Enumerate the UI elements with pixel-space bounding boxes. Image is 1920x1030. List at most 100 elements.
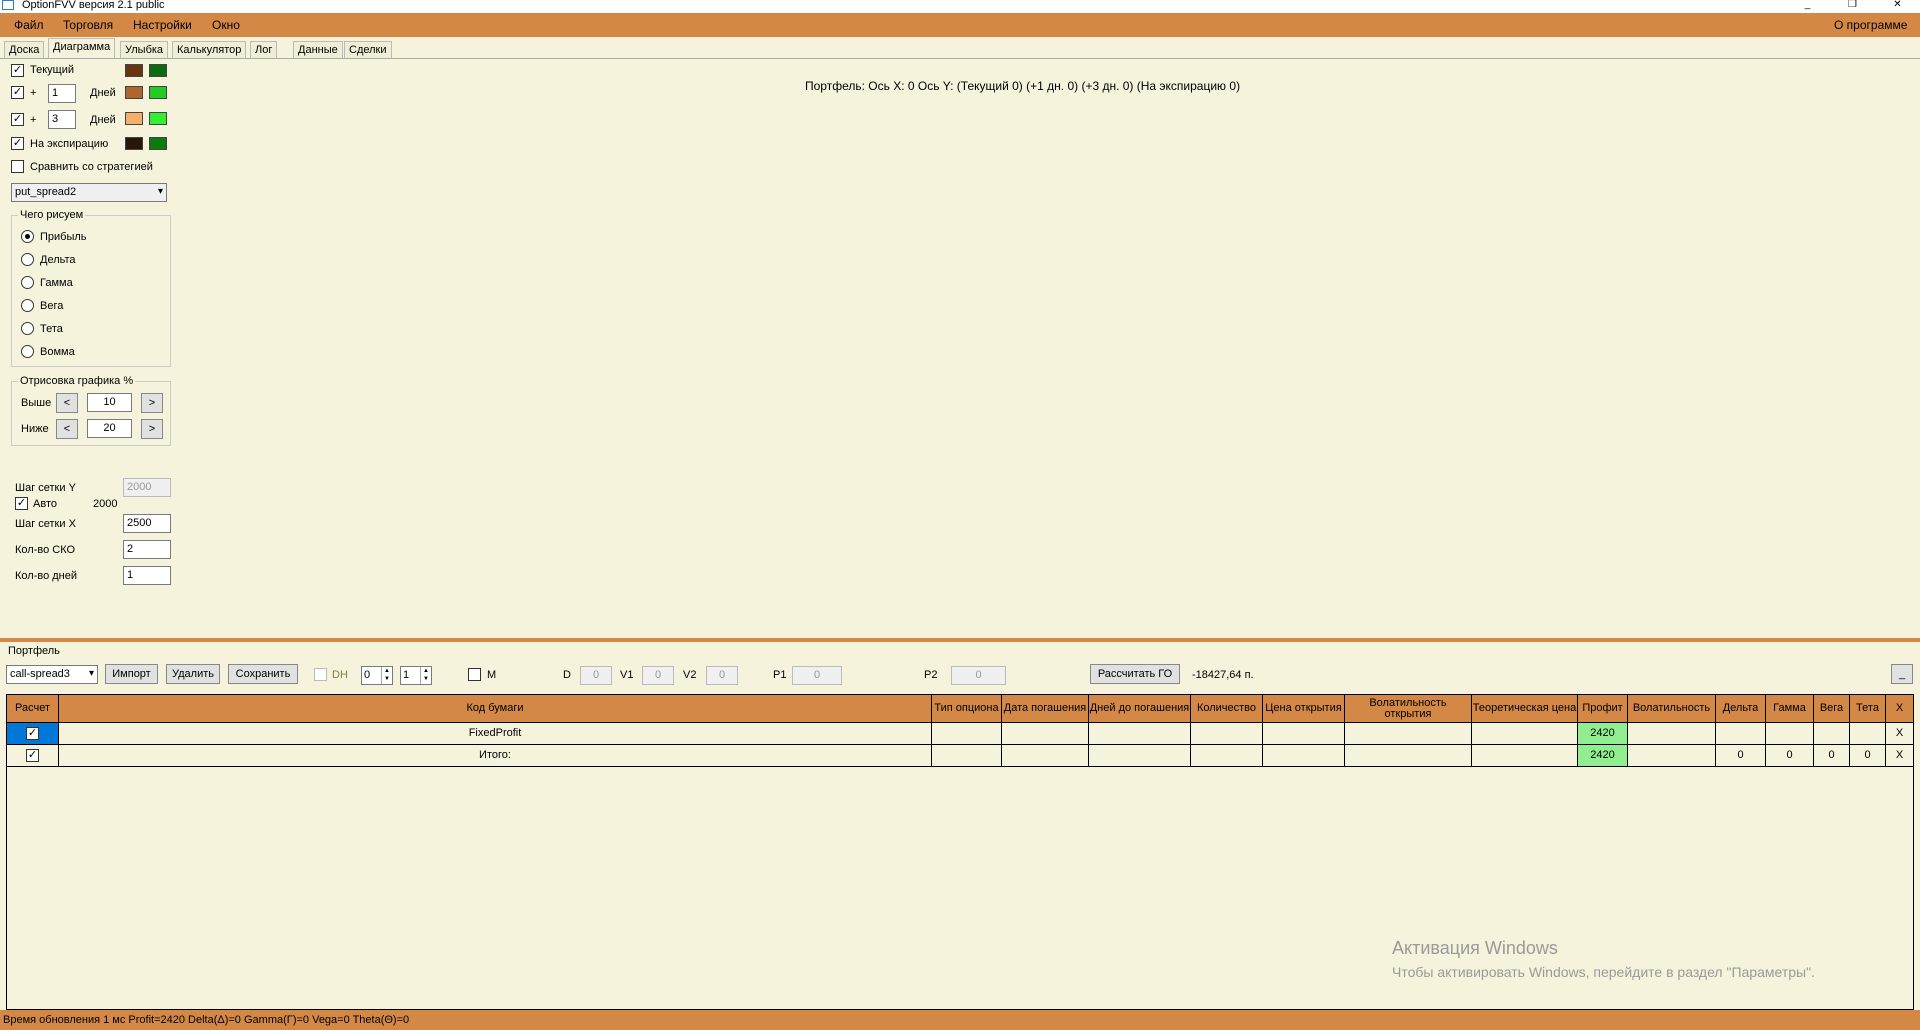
v1-input[interactable]: 0	[642, 666, 674, 685]
calc-margin-button[interactable]: Рассчитать ГО	[1090, 664, 1180, 684]
m-checkbox[interactable]	[468, 668, 481, 681]
auto-checkbox[interactable]: ✓	[15, 497, 28, 510]
tab-diagram[interactable]: Диаграмма	[48, 38, 116, 58]
above-value[interactable]: 10	[87, 393, 132, 412]
below-value[interactable]: 20	[87, 419, 132, 438]
p2-input[interactable]: 0	[951, 666, 1006, 685]
minimize-window-button[interactable]: _	[1785, 0, 1830, 13]
step-x-input[interactable]: 2500	[123, 514, 171, 533]
plus3-unit: Дней	[90, 114, 116, 126]
save-button[interactable]: Сохранить	[228, 664, 298, 684]
row-gamma: 0	[1766, 745, 1814, 767]
d-input[interactable]: 0	[580, 666, 612, 685]
tab-data[interactable]: Данные	[293, 41, 343, 58]
radio-delta[interactable]	[21, 253, 34, 266]
current-color-1[interactable]	[125, 64, 143, 77]
plus3-color-1[interactable]	[125, 112, 143, 125]
expiry-color-2[interactable]	[149, 137, 167, 150]
menu-settings[interactable]: Настройки	[133, 18, 192, 32]
col-header-vol-open[interactable]: Волатильность открытия	[1345, 695, 1472, 723]
status-text: Время обновления 1 мс Profit=2420 Delta(…	[3, 1014, 410, 1026]
expiry-color-1[interactable]	[125, 137, 143, 150]
row-price	[1263, 723, 1345, 745]
row-calc-cell[interactable]: ✓	[7, 745, 59, 767]
delete-button[interactable]: Удалить	[166, 664, 220, 684]
plus1-color-2[interactable]	[149, 86, 167, 99]
strategy-select[interactable]: put_spread2 ▾	[11, 183, 167, 202]
col-header-type[interactable]: Тип опциона	[932, 695, 1002, 723]
row-calc-checkbox[interactable]: ✓	[26, 727, 39, 740]
tab-log[interactable]: Лог	[250, 41, 278, 58]
tab-calculator[interactable]: Калькулятор	[172, 41, 247, 58]
plus1-color-1[interactable]	[125, 86, 143, 99]
row-vol	[1628, 723, 1716, 745]
col-header-days[interactable]: Дней до погашения	[1089, 695, 1191, 723]
menu-window[interactable]: Окно	[212, 18, 240, 32]
col-header-theo[interactable]: Теоретическая цена	[1472, 695, 1578, 723]
maximize-window-button[interactable]: ❐	[1830, 0, 1875, 13]
spin1-input[interactable]: 0 ▲ ▼	[361, 666, 393, 685]
menu-file[interactable]: Файл	[14, 18, 44, 32]
col-header-delta[interactable]: Дельта	[1716, 695, 1766, 723]
v2-input[interactable]: 0	[706, 666, 738, 685]
current-color-2[interactable]	[149, 64, 167, 77]
row-delta: 0	[1716, 745, 1766, 767]
above-decrease-button[interactable]: <	[56, 393, 78, 413]
col-header-theta[interactable]: Тета	[1850, 695, 1886, 723]
portfolio-title: Портфель	[8, 645, 60, 657]
plus3-color-2[interactable]	[149, 112, 167, 125]
row-delete-button[interactable]: X	[1886, 745, 1913, 767]
chevron-down-icon: ▾	[88, 668, 94, 679]
dh-checkbox[interactable]	[314, 668, 327, 681]
row-code: FixedProfit	[59, 723, 932, 745]
col-header-price[interactable]: Цена открытия	[1263, 695, 1345, 723]
above-increase-button[interactable]: >	[141, 393, 163, 413]
plus3-checkbox[interactable]: ✓	[11, 113, 24, 126]
minimize-panel-button[interactable]: _	[1891, 664, 1913, 684]
col-header-code[interactable]: Код бумаги	[59, 695, 932, 723]
panel-splitter[interactable]	[0, 638, 1920, 642]
step-y-label: Шаг сетки Y	[15, 482, 76, 494]
col-header-vega[interactable]: Вега	[1814, 695, 1850, 723]
row-days	[1089, 723, 1191, 745]
plus1-checkbox[interactable]: ✓	[11, 86, 24, 99]
col-header-calc[interactable]: Расчет	[7, 695, 59, 723]
portfolio-select[interactable]: call-spread3 ▾	[6, 665, 98, 684]
radio-vega[interactable]	[21, 299, 34, 312]
sko-input[interactable]: 2	[123, 540, 171, 559]
radio-profit[interactable]	[21, 230, 34, 243]
tab-board[interactable]: Доска	[4, 41, 45, 58]
plus3-days-input[interactable]: 3	[48, 110, 76, 129]
menu-about[interactable]: О программе	[1834, 18, 1907, 32]
row-calc-checkbox[interactable]: ✓	[26, 749, 39, 762]
compare-checkbox[interactable]	[11, 160, 24, 173]
spin-arrows-icon[interactable]: ▲ ▼	[420, 667, 431, 684]
radio-theta[interactable]	[21, 322, 34, 335]
step-y-input[interactable]: 2000	[123, 478, 171, 497]
col-header-delete[interactable]: X	[1886, 695, 1913, 723]
col-header-vol[interactable]: Волатильность	[1628, 695, 1716, 723]
spin-arrows-icon[interactable]: ▲ ▼	[381, 667, 392, 684]
days-input[interactable]: 1	[123, 566, 171, 585]
col-header-date[interactable]: Дата погашения	[1002, 695, 1089, 723]
below-decrease-button[interactable]: <	[56, 419, 78, 439]
radio-vomma[interactable]	[21, 345, 34, 358]
tab-deals[interactable]: Сделки	[344, 41, 392, 58]
row-code: Итого:	[59, 745, 932, 767]
radio-gamma[interactable]	[21, 276, 34, 289]
col-header-gamma[interactable]: Гамма	[1766, 695, 1814, 723]
col-header-profit[interactable]: Профит	[1578, 695, 1628, 723]
spin2-input[interactable]: 1 ▲ ▼	[400, 666, 432, 685]
p1-input[interactable]: 0	[792, 666, 842, 685]
menu-trading[interactable]: Торговля	[63, 18, 113, 32]
row-calc-cell[interactable]: ✓	[7, 723, 59, 745]
plus1-days-input[interactable]: 1	[48, 84, 76, 103]
import-button[interactable]: Импорт	[105, 664, 158, 684]
row-delete-button[interactable]: X	[1886, 723, 1913, 745]
below-increase-button[interactable]: >	[141, 419, 163, 439]
expiry-checkbox[interactable]: ✓	[11, 137, 24, 150]
tab-smile[interactable]: Улыбка	[120, 41, 169, 58]
close-window-button[interactable]: ✕	[1875, 0, 1920, 13]
col-header-qty[interactable]: Количество	[1191, 695, 1263, 723]
current-checkbox[interactable]: ✓	[11, 64, 24, 77]
